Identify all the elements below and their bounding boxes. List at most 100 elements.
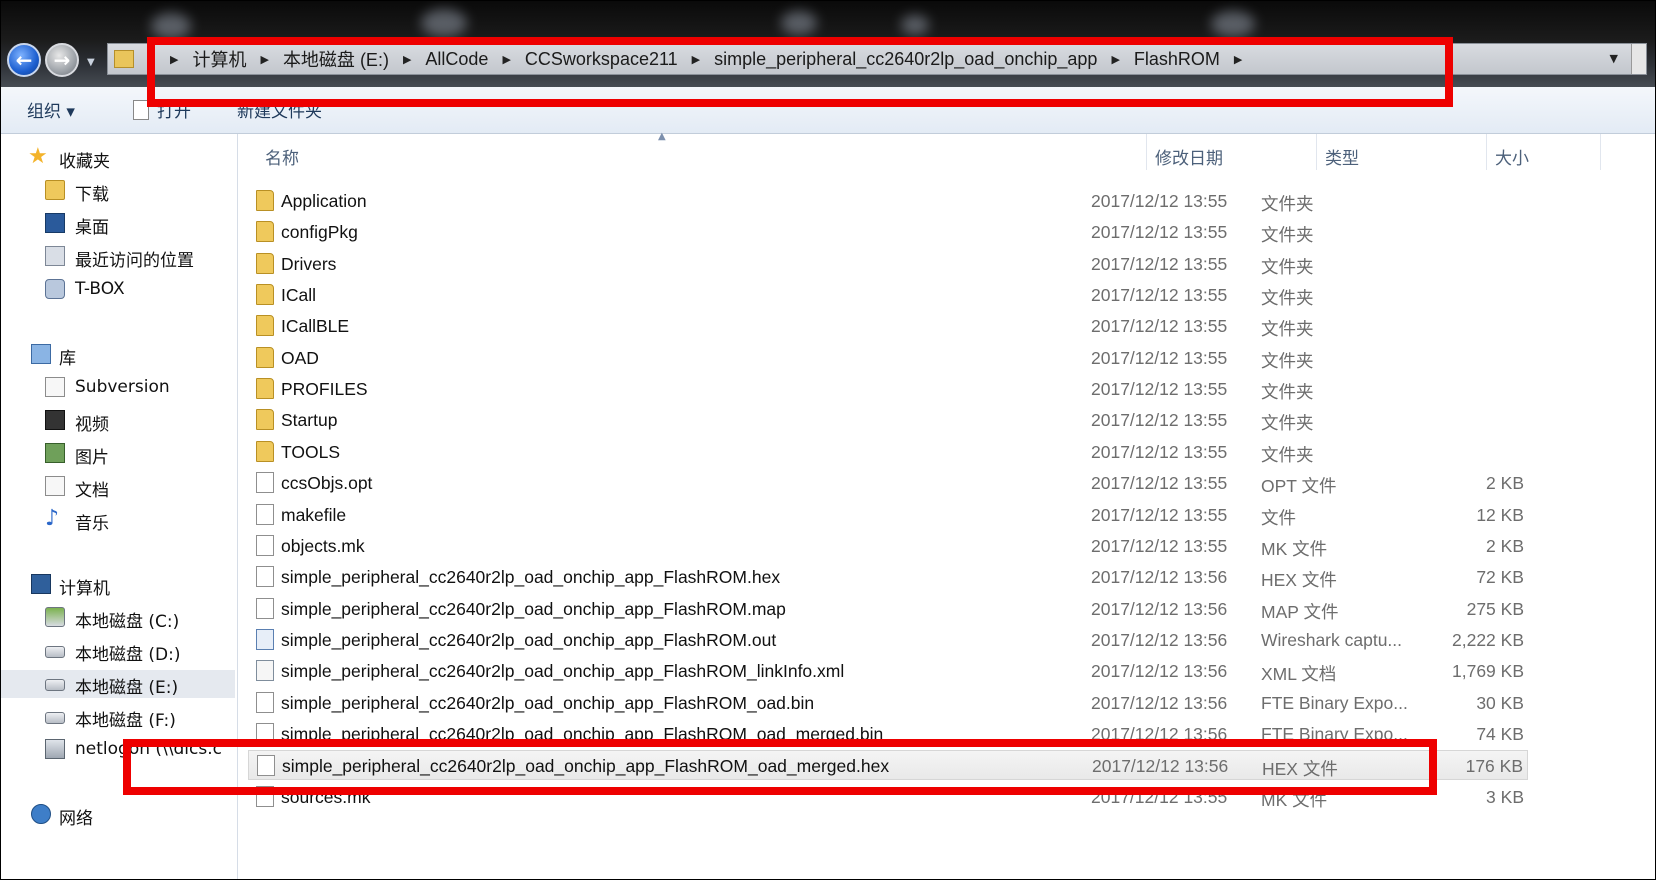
nav-drive-d[interactable]: 本地磁盘 (D:) [1,637,235,665]
video-icon [45,410,65,430]
file-type: 文件夹 [1261,413,1314,433]
open-button[interactable]: 打开 [133,97,191,122]
nav-drive-f[interactable]: 本地磁盘 (F:) [1,703,235,731]
nav-computer[interactable]: 计算机 [1,571,235,599]
file-date: 2017/12/12 13:55 [1091,505,1228,525]
folder-row[interactable]: PROFILES 2017/12/12 13:55 文件夹 [248,374,1528,404]
scrollbar[interactable] [1631,44,1646,74]
nav-favorites[interactable]: ★ 收藏夹 [1,144,235,173]
file-name: ICallBLE [281,316,350,336]
nav-label: 计算机 [59,579,110,599]
folder-icon [256,190,274,211]
file-name: simple_peripheral_cc2640r2lp_oad_onchip_… [281,661,845,681]
nav-drive-e[interactable]: 本地磁盘 (E:) [1,670,235,698]
column-divider[interactable] [1600,134,1601,170]
breadcrumb-ccsworkspace[interactable]: CCSworkspace211 [519,49,684,70]
file-row[interactable]: sources.mk 2017/12/12 13:55 MK 文件 3 KB [248,782,1528,812]
file-name: objects.mk [281,536,365,556]
new-folder-button[interactable]: 新建文件夹 [237,97,322,122]
breadcrumb-separator-icon[interactable]: ▶ [395,53,419,66]
drive-icon [45,646,65,658]
file-date: 2017/12/12 13:56 [1091,724,1228,744]
file-row[interactable]: simple_peripheral_cc2640r2lp_oad_onchip_… [248,656,1528,686]
file-row[interactable]: makefile 2017/12/12 13:55 文件 12 KB [248,500,1528,530]
organize-button[interactable]: 组织 ▾ [27,97,75,122]
breadcrumb-allcode[interactable]: AllCode [419,49,494,70]
forward-button[interactable]: → [45,43,79,77]
nav-subversion[interactable]: Subversion [1,374,235,402]
nav-label: 视频 [75,415,109,435]
nav-tbox[interactable]: T-BOX [1,276,235,304]
file-date: 2017/12/12 13:56 [1091,567,1228,587]
column-header-type[interactable]: 类型 [1325,144,1359,180]
column-header-size[interactable]: 大小 [1495,144,1529,180]
nav-drive-c[interactable]: 本地磁盘 (C:) [1,604,235,632]
breadcrumb-separator-icon[interactable]: ▶ [252,53,276,66]
nav-netlogon[interactable]: netlogon (\\dics.c [1,736,235,764]
file-type: 文件夹 [1261,382,1314,402]
breadcrumb-project[interactable]: simple_peripheral_cc2640r2lp_oad_onchip_… [708,49,1103,70]
folder-row[interactable]: configPkg 2017/12/12 13:55 文件夹 [248,217,1528,247]
file-row[interactable]: objects.mk 2017/12/12 13:55 MK 文件 2 KB [248,531,1528,561]
history-dropdown-icon[interactable]: ▼ [87,57,99,69]
nav-libraries[interactable]: 库 [1,341,235,369]
file-row[interactable]: simple_peripheral_cc2640r2lp_oad_onchip_… [248,688,1528,718]
file-icon [256,786,274,807]
breadcrumb-separator-icon[interactable]: ▶ [162,53,186,66]
folder-row[interactable]: OAD 2017/12/12 13:55 文件夹 [248,343,1528,373]
computer-icon [31,574,51,594]
breadcrumb-separator-icon[interactable]: ▶ [1103,53,1127,66]
back-button[interactable]: ← [7,43,41,77]
breadcrumb-separator-icon[interactable]: ▶ [494,53,518,66]
file-row[interactable]: simple_peripheral_cc2640r2lp_oad_onchip_… [248,625,1528,655]
file-size: 3 KB [1486,787,1524,807]
file-name: sources.mk [281,787,371,807]
nav-documents[interactable]: 文档 [1,473,235,501]
file-icon [256,692,274,713]
file-date: 2017/12/12 13:55 [1091,410,1228,430]
breadcrumb-separator-icon[interactable]: ▶ [1226,53,1250,66]
nav-label: Subversion [75,377,170,397]
file-date: 2017/12/12 13:55 [1091,787,1228,807]
nav-recent-places[interactable]: 最近访问的位置 [1,243,235,271]
breadcrumb-separator-icon[interactable]: ▶ [684,53,708,66]
nav-label: 本地磁盘 (D:) [75,645,181,665]
address-dropdown-icon[interactable]: ▼ [1610,52,1618,65]
nav-pictures[interactable]: 图片 [1,440,235,468]
breadcrumb-flashrom[interactable]: FlashROM [1128,49,1226,70]
breadcrumb-drive-e[interactable]: 本地磁盘 (E:) [277,46,395,72]
nav-downloads[interactable]: 下载 [1,177,235,205]
folder-row[interactable]: ICallBLE 2017/12/12 13:55 文件夹 [248,311,1528,341]
file-type: HEX 文件 [1261,570,1337,590]
folder-row[interactable]: TOOLS 2017/12/12 13:55 文件夹 [248,437,1528,467]
file-row[interactable]: simple_peripheral_cc2640r2lp_oad_onchip_… [248,594,1528,624]
file-icon [257,755,275,776]
file-size: 30 KB [1476,693,1524,713]
nav-videos[interactable]: 视频 [1,407,235,435]
file-type: 文件夹 [1261,351,1314,371]
column-divider[interactable] [1486,134,1487,170]
folder-row[interactable]: Application 2017/12/12 13:55 文件夹 [248,186,1528,216]
nav-label: 图片 [75,448,109,468]
folder-row[interactable]: Drivers 2017/12/12 13:55 文件夹 [248,249,1528,279]
column-divider[interactable] [1146,134,1147,170]
file-row[interactable]: ccsObjs.opt 2017/12/12 13:55 OPT 文件 2 KB [248,468,1528,498]
file-row[interactable]: simple_peripheral_cc2640r2lp_oad_onchip_… [248,562,1528,592]
command-bar: 组织 ▾ 打开 新建文件夹 [1,87,1655,134]
folder-row[interactable]: Startup 2017/12/12 13:55 文件夹 [248,405,1528,435]
breadcrumb-computer[interactable]: 计算机 [186,46,252,72]
file-name: OAD [281,348,319,368]
file-row[interactable]: simple_peripheral_cc2640r2lp_oad_onchip_… [248,750,1528,780]
nav-network[interactable]: 网络 [1,801,235,829]
folder-icon [114,50,134,68]
downloads-folder-icon [45,180,65,200]
file-row[interactable]: simple_peripheral_cc2640r2lp_oad_onchip_… [248,719,1528,749]
address-bar[interactable]: ▶ 计算机 ▶ 本地磁盘 (E:) ▶ AllCode ▶ CCSworkspa… [107,43,1647,75]
nav-music[interactable]: ♪ 音乐 [1,506,235,535]
column-header-name[interactable]: 名称 [265,144,299,180]
nav-desktop[interactable]: 桌面 [1,210,235,238]
folder-row[interactable]: ICall 2017/12/12 13:55 文件夹 [248,280,1528,310]
column-divider[interactable] [1316,134,1317,170]
file-size: 12 KB [1476,505,1524,525]
column-header-modified[interactable]: 修改日期 [1155,144,1223,180]
